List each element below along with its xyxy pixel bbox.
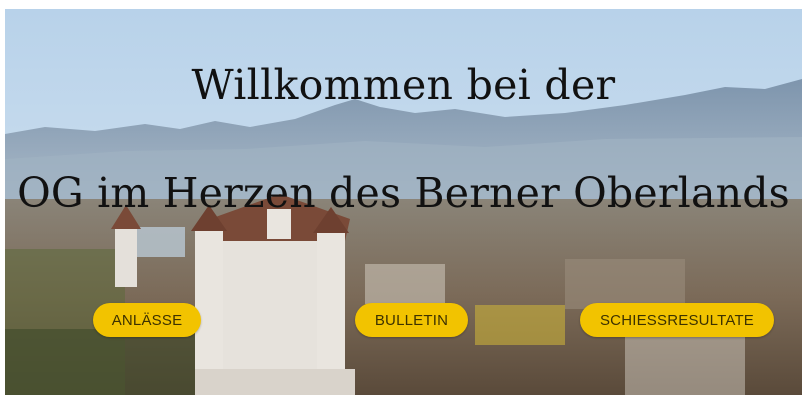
hero-headline-line2: OG im Herzen des Berner Oberlands — [17, 169, 790, 217]
bulletin-button[interactable]: BULLETIN — [355, 303, 468, 337]
anlaesse-button[interactable]: ANLÄSSE — [93, 303, 201, 337]
hero-headline-line1: Willkommen bei der — [191, 61, 616, 109]
schiessresultate-button[interactable]: SCHIESSRESULTATE — [580, 303, 774, 337]
hero-section: Willkommen bei der OG im Herzen des Bern… — [5, 9, 802, 395]
